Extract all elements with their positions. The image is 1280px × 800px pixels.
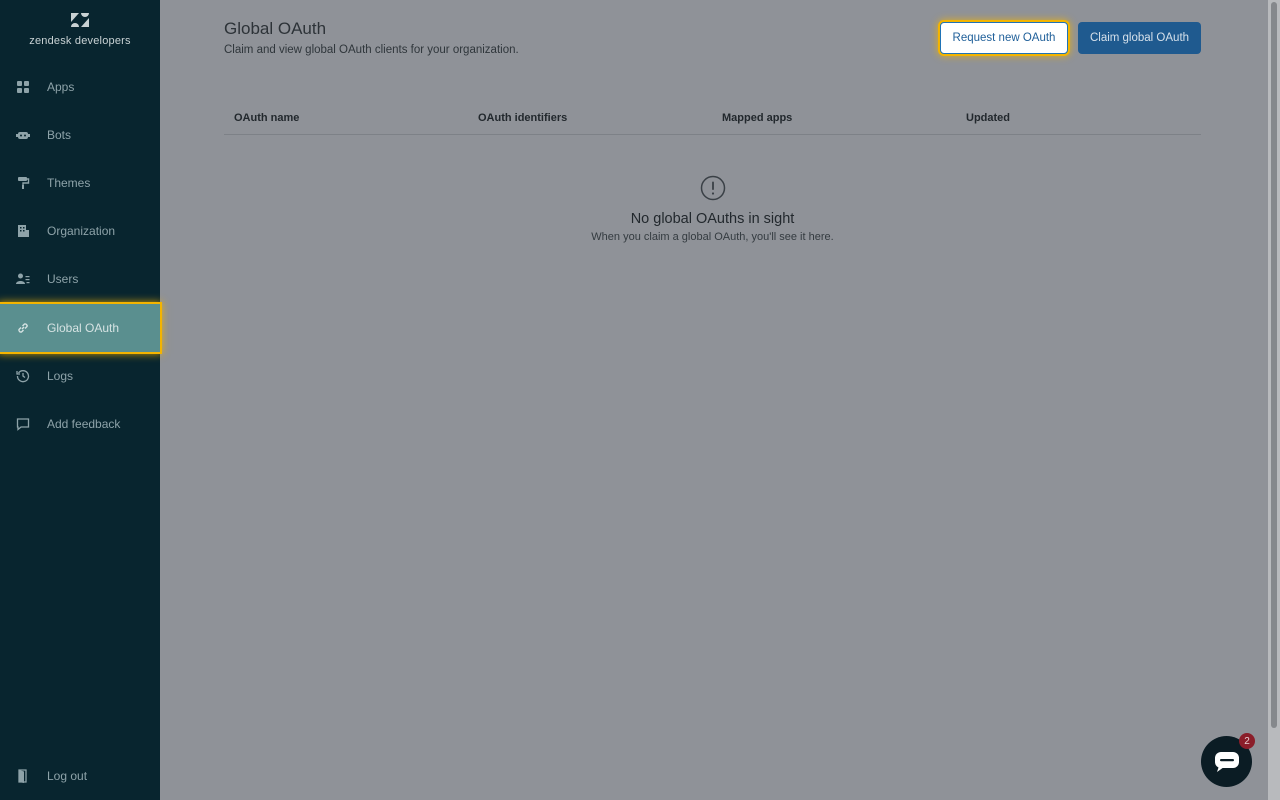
claim-global-oauth-button[interactable]: Claim global OAuth [1078, 22, 1201, 54]
sidebar: zendesk developers Apps Bots Themes Orga [0, 0, 160, 800]
sidebar-item-label: Themes [47, 176, 91, 190]
main-content: Global OAuth Claim and view global OAuth… [160, 0, 1268, 800]
paint-roller-icon [16, 176, 30, 190]
empty-state-title: No global OAuths in sight [630, 211, 795, 227]
link-icon [16, 321, 30, 335]
page-subtitle: Claim and view global OAuth clients for … [224, 44, 519, 56]
sidebar-item-global-oauth[interactable]: Global OAuth [0, 304, 160, 352]
chat-icon [1214, 751, 1239, 772]
column-header-oauth-name[interactable]: OAuth name [234, 112, 299, 124]
building-icon [16, 224, 30, 238]
sidebar-item-label: Apps [47, 80, 75, 94]
request-new-oauth-button[interactable]: Request new OAuth [940, 22, 1068, 54]
apps-grid-icon [16, 80, 30, 94]
zendesk-logo-icon [71, 13, 89, 27]
sidebar-item-apps[interactable]: Apps [0, 63, 160, 111]
speech-bubble-icon [16, 417, 30, 431]
bot-icon [16, 128, 30, 142]
sidebar-item-bots[interactable]: Bots [0, 111, 160, 159]
sidebar-item-label: Global OAuth [47, 321, 120, 335]
brand[interactable]: zendesk developers [0, 12, 160, 47]
door-icon [16, 769, 30, 783]
history-icon [16, 369, 30, 383]
column-header-oauth-identifiers[interactable]: OAuth identifiers [478, 112, 567, 124]
sidebar-item-label: Organization [47, 224, 116, 238]
page-title: Global OAuth [224, 19, 327, 38]
sidebar-item-logs[interactable]: Logs [0, 352, 160, 400]
app-window: zendesk developers Apps Bots Themes Orga [0, 0, 1280, 800]
sidebar-item-label: Bots [47, 128, 72, 142]
sidebar-item-label: Logs [47, 369, 74, 383]
notification-badge: 2 [1239, 733, 1255, 749]
sidebar-item-add-feedback[interactable]: Add feedback [0, 400, 160, 448]
sidebar-item-organization[interactable]: Organization [0, 207, 160, 255]
sidebar-item-users[interactable]: Users [0, 255, 160, 303]
scrollbar[interactable] [1268, 0, 1280, 800]
logout-label: Log out [47, 769, 88, 783]
sidebar-item-label: Users [47, 272, 79, 286]
alert-circle-icon [700, 175, 725, 201]
brand-name: zendesk developers [29, 35, 131, 47]
column-header-mapped-apps[interactable]: Mapped apps [722, 112, 792, 124]
table-header: OAuth name OAuth identifiers Mapped apps… [224, 104, 1201, 135]
users-icon [16, 272, 30, 286]
logout-button[interactable]: Log out [0, 752, 160, 800]
sidebar-item-label: Add feedback [47, 417, 121, 431]
column-header-updated[interactable]: Updated [966, 112, 1010, 124]
empty-state-description: When you claim a global OAuth, you'll se… [591, 231, 834, 243]
sidebar-item-themes[interactable]: Themes [0, 159, 160, 207]
empty-state: No global OAuths in sight When you claim… [224, 175, 1201, 243]
scrollbar-thumb[interactable] [1271, 2, 1277, 728]
